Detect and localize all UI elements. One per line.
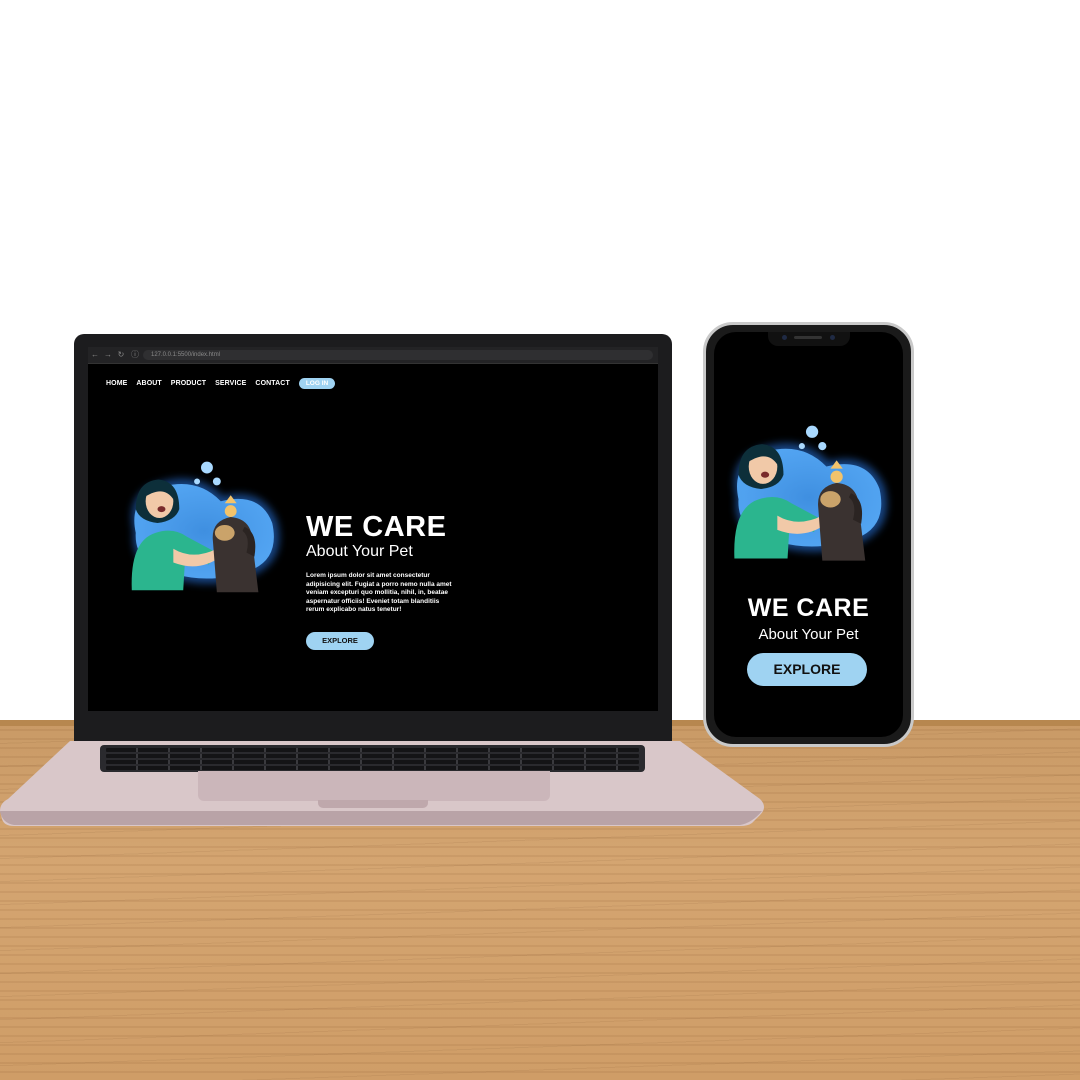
mobile-hero-title: WE CARE: [747, 594, 870, 622]
key-row: [106, 748, 639, 752]
reload-icon[interactable]: ↻: [117, 350, 125, 359]
back-arrow-icon[interactable]: ←: [91, 350, 99, 359]
nav-service[interactable]: SERVICE: [215, 380, 246, 387]
site-info-icon[interactable]: ⓘ: [131, 350, 139, 359]
speaker-grille: [794, 336, 822, 339]
hero-subtitle: About Your Pet: [306, 543, 413, 560]
mockup-scene: ← → ↻ ⓘ 127.0.0.1:5500/index.html HOME A…: [0, 0, 1080, 1080]
browser-toolbar: ← → ↻ ⓘ 127.0.0.1:5500/index.html: [88, 347, 658, 364]
laptop-hinge-notch: [318, 800, 428, 808]
mobile-explore-button[interactable]: EXPLORE: [747, 653, 867, 686]
nav-contact[interactable]: CONTACT: [255, 380, 289, 387]
login-button[interactable]: LOG IN: [298, 377, 336, 389]
nav-product[interactable]: PRODUCT: [171, 380, 206, 387]
hero-title: WE CARE: [306, 511, 447, 543]
phone-screen: WE CARE About Your Pet EXPLORE: [714, 332, 903, 737]
nav-home[interactable]: HOME: [106, 380, 127, 387]
woman-holding-dog-illustration: [131, 461, 280, 593]
mobile-hero-subtitle: About Your Pet: [758, 626, 859, 643]
forward-arrow-icon[interactable]: →: [104, 350, 112, 359]
phone-notch: [768, 332, 850, 346]
key-row: [106, 766, 639, 770]
laptop-trackpad: [198, 771, 550, 801]
nav-about[interactable]: ABOUT: [136, 380, 161, 387]
sensor-icon: [830, 335, 835, 340]
hero-description: Lorem ipsum dolor sit amet consectetur a…: [306, 572, 452, 614]
address-bar[interactable]: 127.0.0.1:5500/index.html: [143, 350, 653, 360]
laptop-screen: ← → ↻ ⓘ 127.0.0.1:5500/index.html HOME A…: [88, 347, 658, 711]
laptop-keyboard: [100, 745, 645, 772]
woman-holding-dog-illustration: [734, 425, 887, 561]
camera-icon: [782, 335, 787, 340]
site-navbar: HOME ABOUT PRODUCT SERVICE CONTACT LOG I…: [106, 376, 336, 390]
explore-button[interactable]: EXPLORE: [306, 632, 374, 650]
key-row: [106, 754, 639, 758]
key-row: [106, 760, 639, 764]
